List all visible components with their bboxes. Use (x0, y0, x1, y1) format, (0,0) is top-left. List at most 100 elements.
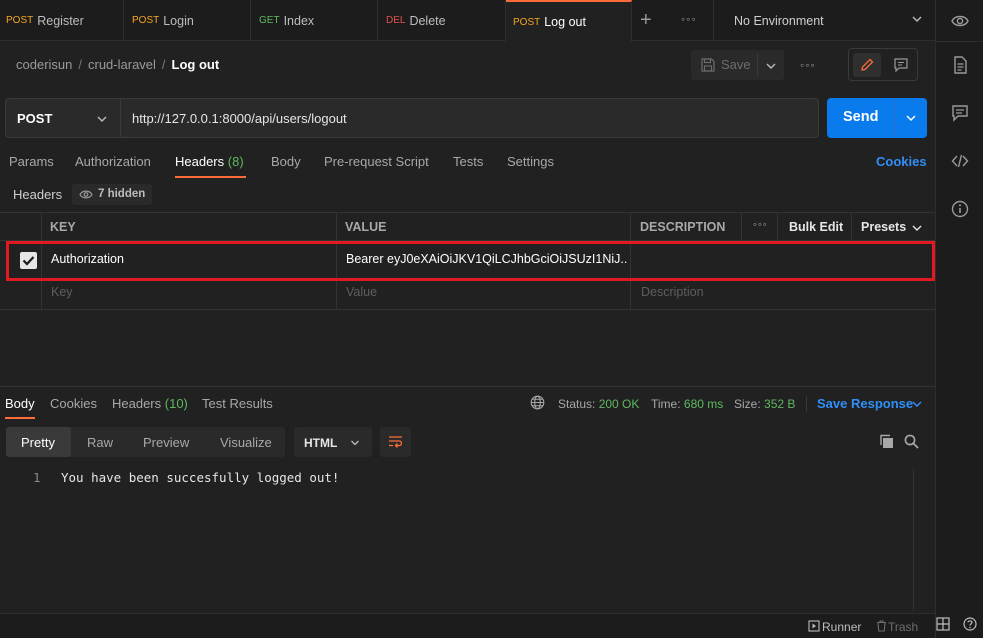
tab-label: Delete (409, 13, 446, 28)
search-icon[interactable] (904, 434, 919, 449)
copy-icon[interactable] (879, 434, 894, 449)
send-button[interactable]: Send (827, 98, 927, 138)
right-sidebar (935, 0, 983, 638)
new-tab-plus-icon[interactable]: + (640, 10, 652, 30)
tab-prerequest-script[interactable]: Pre-request Script (324, 154, 429, 169)
tab-delete[interactable]: DEL Delete (378, 0, 506, 41)
tab-settings[interactable]: Settings (507, 154, 554, 169)
hidden-headers-label: 7 hidden (98, 188, 146, 200)
view-tab-raw[interactable]: Raw (87, 435, 113, 450)
chevron-down-icon[interactable] (765, 60, 777, 72)
tab-authorization[interactable]: Authorization (75, 154, 151, 169)
eye-icon (79, 190, 93, 199)
size-label: Size: (734, 397, 761, 411)
key-placeholder[interactable]: Key (51, 285, 73, 299)
response-time[interactable]: Time: 680 ms (651, 397, 723, 411)
column-description: DESCRIPTION (640, 220, 726, 234)
tab-headers-label: Headers (175, 154, 225, 169)
response-view-tabs: Pretty Raw Preview Visualize (6, 427, 285, 457)
globe-icon[interactable] (530, 395, 545, 410)
response-tab-body[interactable]: Body (5, 396, 35, 411)
active-tab-indicator (175, 176, 246, 178)
wrap-lines-icon (389, 436, 403, 448)
column-key: KEY (50, 220, 76, 234)
view-tab-preview[interactable]: Preview (143, 435, 189, 450)
view-tab-pretty[interactable]: Pretty (21, 435, 55, 450)
help-icon[interactable] (963, 617, 977, 631)
time-value: 680 ms (683, 397, 724, 411)
tab-method: GET (259, 15, 280, 26)
chevron-down-icon (912, 16, 922, 22)
save-response-label: Save Response (817, 396, 914, 411)
tab-index[interactable]: GET Index (251, 0, 378, 41)
bulk-edit-button[interactable]: Bulk Edit (789, 220, 843, 234)
send-label: Send (843, 109, 879, 125)
response-scrollbar[interactable] (913, 469, 927, 611)
view-tab-visualize[interactable]: Visualize (220, 435, 272, 450)
response-tab-headers[interactable]: Headers (10) (112, 396, 188, 411)
mode-toggle (848, 48, 918, 81)
comments-icon[interactable] (951, 104, 969, 122)
method-label: POST (17, 110, 53, 126)
presets-label: Presets (861, 220, 907, 234)
time-label: Time: (651, 397, 681, 411)
response-headers-label: Headers (112, 396, 162, 411)
eye-icon[interactable] (951, 12, 969, 30)
url-input[interactable]: http://127.0.0.1:8000/api/users/logout (121, 98, 819, 138)
column-value: VALUE (345, 220, 387, 234)
response-tab-cookies[interactable]: Cookies (50, 396, 97, 411)
presets-button[interactable]: Presets (861, 220, 906, 234)
description-placeholder[interactable]: Description (641, 285, 704, 299)
url-value: http://127.0.0.1:8000/api/users/logout (132, 110, 347, 126)
response-divider[interactable] (0, 386, 935, 387)
request-title[interactable]: Log out (172, 57, 220, 72)
cookies-link[interactable]: Cookies (876, 154, 927, 169)
breadcrumb-workspace[interactable]: coderisun (16, 57, 72, 72)
method-select[interactable]: POST (5, 98, 121, 138)
tab-label: Register (37, 13, 84, 28)
value-placeholder[interactable]: Value (346, 285, 377, 299)
tab-headers[interactable]: Headers (8) (175, 154, 244, 169)
check-icon (22, 256, 35, 266)
header-key[interactable]: Authorization (51, 252, 124, 266)
more-actions-icon[interactable]: ◦◦◦ (800, 58, 816, 72)
response-status[interactable]: Status: 200 OK (558, 397, 639, 411)
tab-body[interactable]: Body (271, 154, 301, 169)
tab-label: Log out (544, 15, 586, 29)
environment-select[interactable]: No Environment (713, 0, 935, 41)
chevron-down-icon[interactable] (911, 398, 923, 410)
chevron-down-icon[interactable] (911, 222, 923, 234)
comment-mode-button[interactable] (887, 53, 915, 77)
column-options-icon[interactable]: ◦◦◦ (753, 219, 768, 231)
runner-button[interactable]: Runner (822, 620, 861, 634)
save-response-button[interactable]: Save Response (817, 396, 913, 411)
language-select[interactable]: HTML (294, 427, 372, 457)
tab-method: POST (132, 15, 160, 26)
response-body-text[interactable]: You have been succesfully logged out! (61, 470, 339, 485)
tab-tests[interactable]: Tests (453, 154, 483, 169)
info-icon[interactable] (951, 200, 969, 218)
documentation-icon[interactable] (951, 56, 969, 74)
headers-count: (8) (227, 154, 244, 169)
response-tab-test-results[interactable]: Test Results (202, 396, 273, 411)
chevron-down-icon[interactable] (905, 112, 917, 124)
breadcrumb-collection[interactable]: crud-laravel (88, 57, 156, 72)
edit-mode-button[interactable] (853, 53, 881, 77)
response-size[interactable]: Size: 352 B (734, 397, 795, 411)
trash-icon (877, 620, 886, 632)
tabs-more-icon[interactable]: ◦◦◦ (681, 12, 697, 26)
save-button[interactable]: Save (691, 50, 784, 80)
chevron-down-icon (351, 440, 359, 446)
two-pane-icon[interactable] (936, 617, 950, 631)
code-icon[interactable] (951, 152, 969, 170)
tab-log-out[interactable]: POST Log out (506, 0, 632, 42)
save-label: Save (721, 57, 751, 72)
wrap-lines-button[interactable] (380, 427, 411, 457)
tab-params[interactable]: Params (9, 154, 54, 169)
tab-login[interactable]: POST Login (124, 0, 251, 41)
hidden-headers-toggle[interactable]: 7 hidden (72, 184, 152, 205)
header-enabled-checkbox[interactable] (20, 252, 37, 269)
trash-button[interactable]: Trash (888, 620, 918, 634)
header-value[interactable]: Bearer eyJ0eXAiOiJKV1QiLCJhbGciOiJSUzI1N… (346, 252, 628, 266)
tab-register[interactable]: POST Register (0, 0, 124, 41)
